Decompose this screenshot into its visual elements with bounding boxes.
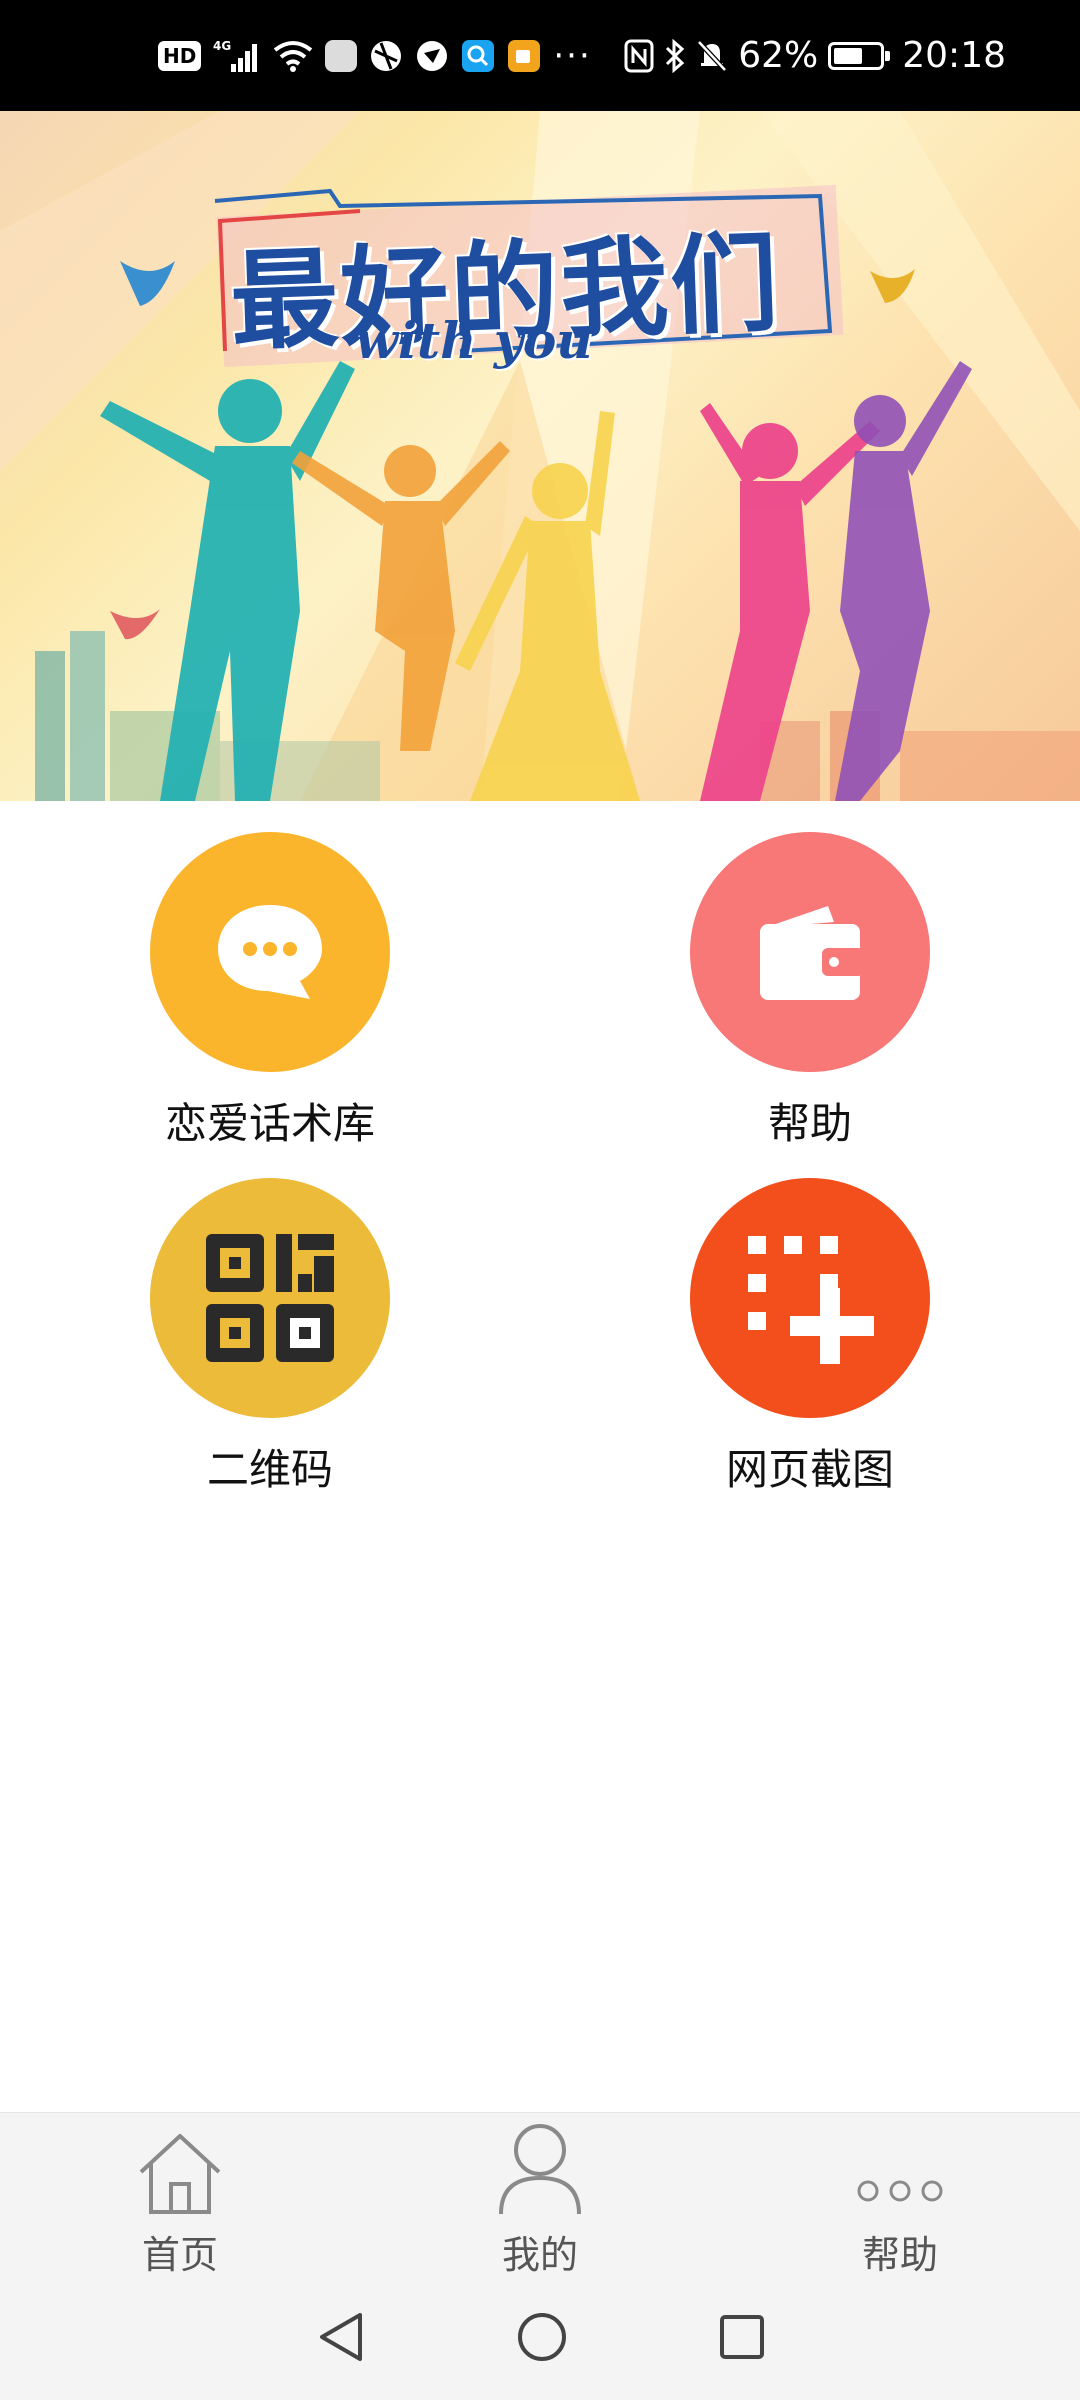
nfc-icon [624, 36, 654, 76]
more-notifications-icon: ··· [553, 35, 592, 76]
status-bar: HD 4G ··· 62% 20:18 [0, 0, 1080, 111]
bird-app-icon [415, 36, 449, 76]
wallet-icon[interactable] [690, 832, 930, 1072]
banner[interactable]: 最好的我们 with you [0, 111, 1080, 801]
home-icon[interactable] [135, 2113, 225, 2216]
browser-app-icon [369, 36, 403, 76]
feature-webpage-screenshot[interactable]: 网页截图 [630, 1178, 990, 1497]
bottom-tab-bar: 首页 我的 帮助 [0, 2112, 1080, 2279]
feature-label: 二维码 [206, 1445, 333, 1494]
tab-help[interactable]: 帮助 [720, 2113, 1080, 2279]
tab-label: 我的 [501, 2233, 578, 2277]
feature-label: 恋爱话术库 [164, 1099, 375, 1148]
tab-mine[interactable]: 我的 [360, 2113, 720, 2279]
tab-label: 首页 [141, 2233, 218, 2277]
recents-icon[interactable] [718, 2313, 766, 2365]
feature-label: 帮助 [767, 1099, 852, 1148]
tab-label: 帮助 [861, 2233, 938, 2277]
feature-love-phrases[interactable]: 恋爱话术库 [90, 832, 450, 1151]
banner-subtitle: with you [355, 311, 593, 370]
chat-bubble-icon[interactable] [150, 832, 390, 1072]
feature-help[interactable]: 帮助 [630, 832, 990, 1151]
bluetooth-icon [664, 36, 686, 76]
feature-label: 网页截图 [725, 1445, 894, 1494]
battery-level [834, 47, 862, 64]
cup-app-icon [507, 36, 541, 76]
huawei-app-icon [325, 39, 358, 72]
status-right-icons: 62% 20:18 [624, 0, 1006, 111]
clock: 20:18 [902, 35, 1006, 76]
hd-icon: HD [158, 40, 202, 71]
feature-qr-code[interactable]: 二维码 [90, 1178, 450, 1497]
person-icon[interactable] [497, 2113, 583, 2216]
system-nav-bar [0, 2278, 1080, 2400]
svg-text:4G: 4G [213, 39, 231, 53]
cellular-signal-icon: 4G [213, 36, 261, 76]
screenshot-icon[interactable] [690, 1178, 930, 1418]
mute-bell-icon [696, 36, 728, 76]
tab-home[interactable]: 首页 [0, 2113, 360, 2279]
more-dots-icon[interactable] [855, 2113, 945, 2216]
battery-icon [828, 41, 891, 70]
home-circle-icon[interactable] [516, 2311, 568, 2367]
search-app-icon [461, 36, 495, 76]
wifi-icon [273, 36, 313, 76]
battery-percent: 62% [738, 35, 819, 76]
back-icon[interactable] [314, 2309, 366, 2369]
qr-code-icon[interactable] [150, 1178, 390, 1418]
status-left-icons: HD 4G ··· [158, 0, 592, 111]
